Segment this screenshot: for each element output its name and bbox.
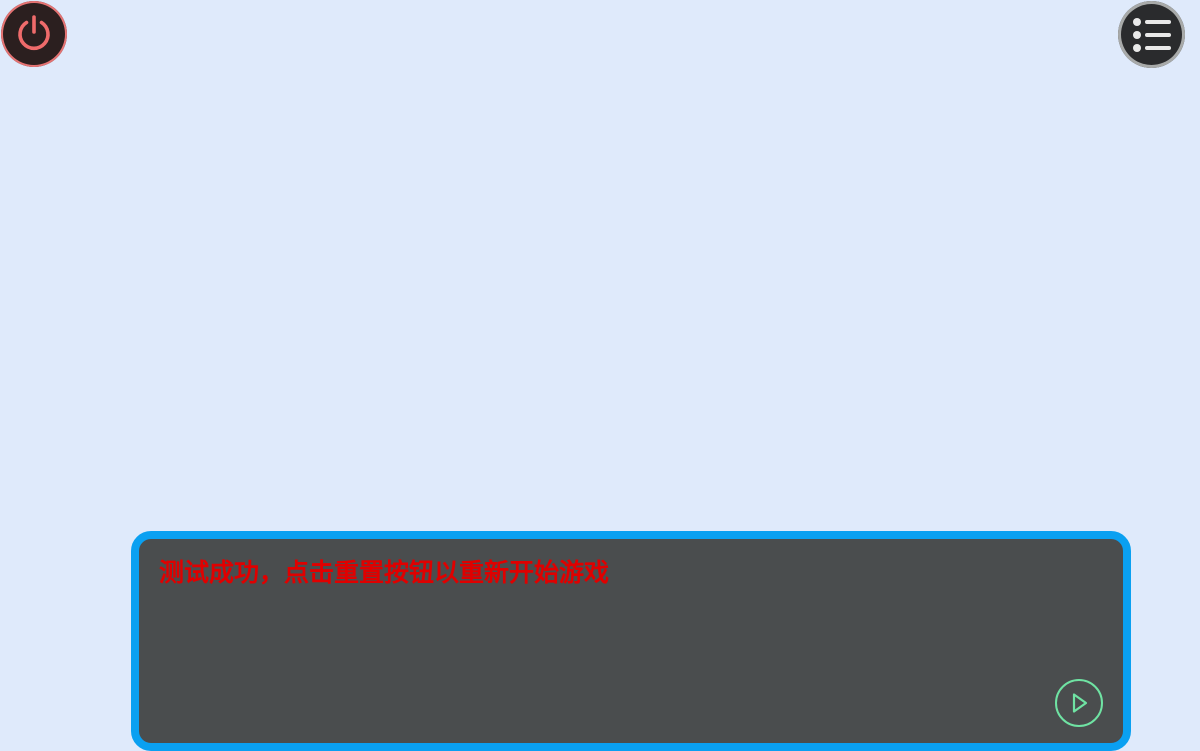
dialog-message: 测试成功，点击重置按钮以重新开始游戏: [159, 558, 610, 587]
power-button[interactable]: [1, 1, 67, 67]
power-icon: [12, 12, 56, 56]
next-button[interactable]: [1055, 679, 1103, 727]
play-next-icon: [1066, 690, 1092, 716]
list-menu-icon: [1129, 12, 1175, 58]
dialog-box: 测试成功，点击重置按钮以重新开始游戏: [131, 531, 1131, 751]
menu-button[interactable]: [1118, 1, 1185, 68]
